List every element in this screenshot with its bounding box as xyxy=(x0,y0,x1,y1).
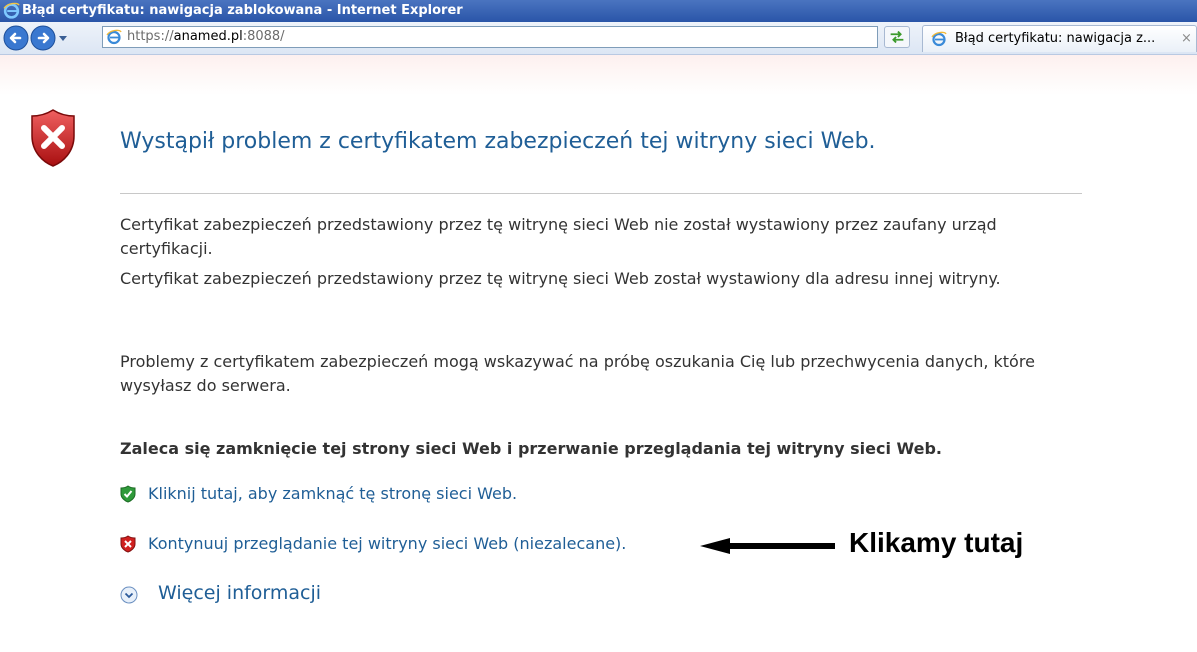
paragraph-untrusted-ca: Certyfikat zabezpieczeń przedstawiony pr… xyxy=(120,215,997,258)
title-bar: Błąd certyfikatu: nawigacja zablokowana … xyxy=(0,0,1197,22)
url-port: :8088/ xyxy=(242,29,285,44)
history-dropdown-icon[interactable] xyxy=(58,31,68,45)
tab-close-icon[interactable]: × xyxy=(1181,26,1192,52)
back-arrow-icon[interactable] xyxy=(3,25,29,51)
paragraph-mismatched-address: Certyfikat zabezpieczeń przedstawiony pr… xyxy=(120,269,1001,288)
continue-to-website-link[interactable]: Kontynuuj przeglądanie tej witryny sieci… xyxy=(148,534,626,554)
green-shield-icon xyxy=(120,485,136,503)
navigation-bar: https://anamed.pl:8088/ Błąd certyfikatu… xyxy=(0,22,1197,55)
address-url: https://anamed.pl:8088/ xyxy=(127,27,285,47)
paragraph-warning: Problemy z certyfikatem zabezpieczeń mog… xyxy=(120,352,1035,395)
url-host: anamed.pl xyxy=(173,29,243,44)
expand-chevron-icon xyxy=(120,586,138,604)
close-page-link[interactable]: Kliknij tutaj, aby zamknąć tę stronę sie… xyxy=(148,484,517,504)
tab-certificate-error[interactable]: Błąd certyfikatu: nawigacja z... × xyxy=(922,25,1197,52)
tab-label: Błąd certyfikatu: nawigacja z... xyxy=(955,31,1156,46)
page-title: Wystąpił problem z certyfikatem zabezpie… xyxy=(120,129,876,154)
url-scheme: https:// xyxy=(127,29,174,44)
address-bar[interactable]: https://anamed.pl:8088/ xyxy=(102,26,971,48)
forward-arrow-icon[interactable] xyxy=(30,25,56,51)
ie-tab-icon xyxy=(931,31,947,47)
refresh-button[interactable] xyxy=(884,26,910,48)
divider xyxy=(120,193,1082,194)
recommendation-text: Zaleca się zamknięcie tej strony sieci W… xyxy=(120,439,943,458)
ie-logo-icon xyxy=(3,2,20,19)
ie-page-icon xyxy=(106,29,122,45)
annotation-arrow-icon xyxy=(700,538,835,554)
more-information-link[interactable]: Więcej informacji xyxy=(158,582,321,604)
window-title: Błąd certyfikatu: nawigacja zablokowana … xyxy=(22,3,463,18)
page-content: Wystąpił problem z certyfikatem zabezpie… xyxy=(0,55,1197,652)
error-shield-icon xyxy=(31,109,75,167)
red-shield-icon xyxy=(120,535,136,553)
refresh-icon xyxy=(890,30,904,44)
annotation-label: Klikamy tutaj xyxy=(849,527,1024,558)
